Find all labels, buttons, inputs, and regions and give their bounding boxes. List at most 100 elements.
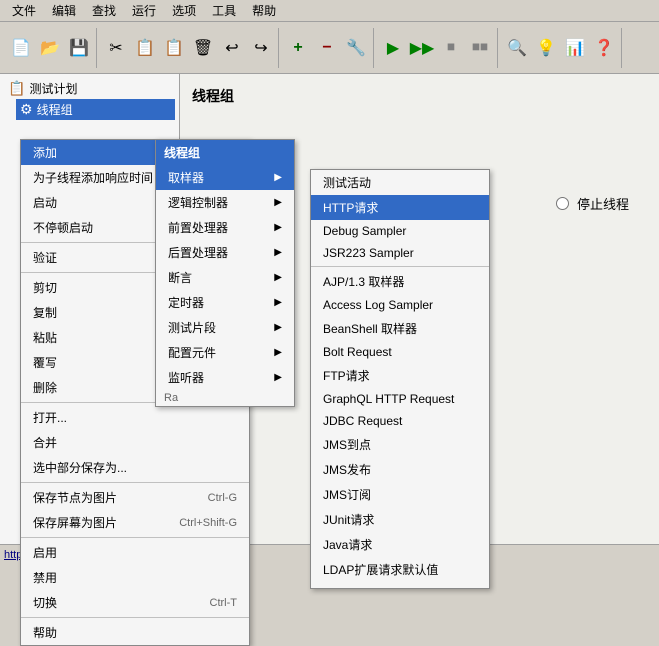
menu-item-jms-publish[interactable]: JMS发布 — [311, 457, 489, 482]
menu-item-pre-processor[interactable]: 前置处理器 ▶ — [156, 215, 294, 240]
menu-item-test-action[interactable]: 测试活动 — [311, 170, 489, 195]
stop-all-btn[interactable]: ⏹⏹ — [466, 34, 494, 62]
menu-l2-header: 线程组 — [156, 140, 294, 165]
menu-item-open[interactable]: 打开... — [21, 405, 249, 430]
menu-item-test-fragment[interactable]: 测试片段 ▶ — [156, 315, 294, 340]
sampler-label: 取样器 — [168, 169, 204, 186]
test-fragment-arrow: ▶ — [274, 322, 282, 333]
menu-item-http-request[interactable]: HTTP请求 — [311, 195, 489, 220]
menu-item-java-request[interactable]: Java请求 — [311, 532, 489, 557]
validate-label: 验证 — [33, 249, 57, 266]
menu-item-graphql-request[interactable]: GraphQL HTTP Request — [311, 388, 489, 410]
tree-item-test-plan[interactable]: 📋 测试计划 — [4, 78, 175, 99]
menu-item-jms-point[interactable]: JMS到点 — [311, 432, 489, 457]
delete-btn[interactable]: 🗑 — [189, 34, 217, 62]
menu-options[interactable]: 选项 — [164, 0, 204, 21]
menu-item-ajp-sampler[interactable]: AJP/1.3 取样器 — [311, 269, 489, 294]
menu-item-sampler[interactable]: 取样器 ▶ — [156, 165, 294, 190]
menu-item-save-selected[interactable]: 选中部分保存为... — [21, 455, 249, 480]
report-btn[interactable]: 📊 — [561, 34, 589, 62]
menu-item-jsr223-sampler[interactable]: JSR223 Sampler — [311, 242, 489, 264]
menu-item-config-element[interactable]: 配置元件 ▶ — [156, 340, 294, 365]
search-btn[interactable]: 🔍 — [503, 34, 531, 62]
cut-btn[interactable]: ✂ — [102, 34, 130, 62]
menu-item-access-log-sampler[interactable]: Access Log Sampler — [311, 294, 489, 316]
timer-label: 定时器 — [168, 294, 204, 311]
menu-item-beanshell-sampler[interactable]: BeanShell 取样器 — [311, 316, 489, 341]
jdbc-request-label: JDBC Request — [323, 414, 402, 428]
listener-label: 监听器 — [168, 369, 204, 386]
menu-item-disable[interactable]: 禁用 — [21, 565, 249, 590]
stop-btn[interactable]: ⏹ — [437, 34, 465, 62]
start-label: 启动 — [33, 194, 57, 211]
add-response-time-label: 为子线程添加响应时间 — [33, 169, 153, 186]
listener-arrow: ▶ — [274, 372, 282, 383]
menu-item-save-node-img[interactable]: 保存节点为图片 Ctrl-G — [21, 485, 249, 510]
post-processor-label: 后置处理器 — [168, 244, 228, 261]
help-btn[interactable]: 💡 — [532, 34, 560, 62]
copy-btn[interactable]: 📋 — [131, 34, 159, 62]
context-menu-sampler-submenu: 测试活动 HTTP请求 Debug Sampler JSR223 Sampler… — [310, 169, 490, 589]
pre-processor-arrow: ▶ — [274, 222, 282, 233]
add-btn[interactable]: + — [284, 34, 312, 62]
remove-btn[interactable]: − — [313, 34, 341, 62]
save-node-img-shortcut: Ctrl-G — [208, 492, 237, 504]
menu-item-save-screen-img[interactable]: 保存屏幕为图片 Ctrl+Shift-G — [21, 510, 249, 535]
start-no-pause-label: 不停顿启动 — [33, 219, 93, 236]
radio-thread-option1[interactable] — [556, 197, 569, 210]
menu-file[interactable]: 文件 — [4, 0, 44, 21]
menu-item-post-processor[interactable]: 后置处理器 ▶ — [156, 240, 294, 265]
menu-item-enable[interactable]: 启用 — [21, 540, 249, 565]
menu-item-junit-request[interactable]: JUnit请求 — [311, 507, 489, 532]
menu-item-jms-subscribe[interactable]: JMS订阅 — [311, 482, 489, 507]
menu-item-listener[interactable]: 监听器 ▶ — [156, 365, 294, 390]
tree-item-thread-group[interactable]: ⚙ 线程组 — [16, 99, 175, 120]
bolt-request-label: Bolt Request — [323, 345, 392, 359]
separator-5 — [21, 537, 249, 538]
panel-title: 线程组 — [188, 82, 651, 110]
settings-btn[interactable]: 🔧 — [342, 34, 370, 62]
toolbar-run-section: ▶ ▶▶ ⏹ ⏹⏹ — [376, 28, 498, 68]
menu-run[interactable]: 运行 — [124, 0, 164, 21]
menu-item-logic-controller[interactable]: 逻辑控制器 ▶ — [156, 190, 294, 215]
stop-thread-label: 停止线程 — [577, 194, 629, 213]
test-fragment-label: 测试片段 — [168, 319, 216, 336]
ftp-request-label: FTP请求 — [323, 367, 370, 384]
toolbar-misc-section: 🔍 💡 📊 ❓ — [500, 28, 622, 68]
http-request-label: HTTP请求 — [323, 199, 378, 216]
menu-item-add-label: 添加 — [33, 144, 57, 161]
save-btn[interactable]: 💾 — [65, 34, 93, 62]
question-btn[interactable]: ❓ — [590, 34, 618, 62]
menu-item-ldap-ext-default[interactable]: LDAP扩展请求默认值 — [311, 557, 489, 582]
run-all-btn[interactable]: ▶▶ — [408, 34, 436, 62]
menu-edit[interactable]: 编辑 — [44, 0, 84, 21]
toolbar-file-section: 📄 📂 💾 — [4, 28, 97, 68]
graphql-request-label: GraphQL HTTP Request — [323, 392, 454, 406]
menu-item-merge[interactable]: 合并 — [21, 430, 249, 455]
menu-tools[interactable]: 工具 — [204, 0, 244, 21]
copy-label: 复制 — [33, 304, 57, 321]
menu-item-ftp-request[interactable]: FTP请求 — [311, 363, 489, 388]
toolbar-add-section: + − 🔧 — [281, 28, 374, 68]
context-menu-add-submenu: 线程组 取样器 ▶ 逻辑控制器 ▶ 前置处理器 ▶ 后置处理器 ▶ 断言 ▶ 定… — [155, 139, 295, 407]
redo-btn[interactable]: ↪ — [247, 34, 275, 62]
logic-controller-arrow: ▶ — [274, 197, 282, 208]
menu-help[interactable]: 帮助 — [244, 0, 284, 21]
menu-item-bolt-request[interactable]: Bolt Request — [311, 341, 489, 363]
undo-btn[interactable]: ↩ — [218, 34, 246, 62]
paste-label: 粘贴 — [33, 329, 57, 346]
menu-item-toggle[interactable]: 切换 Ctrl-T — [21, 590, 249, 615]
menu-item-timer[interactable]: 定时器 ▶ — [156, 290, 294, 315]
menu-item-help[interactable]: 帮助 — [21, 620, 249, 645]
main-area: 📋 测试计划 ⚙ 线程组 线程组 停止线程 添加 ▶ 为子线程添加响应时间 启动 — [0, 74, 659, 564]
menu-item-jdbc-request[interactable]: JDBC Request — [311, 410, 489, 432]
menu-item-ldap-request[interactable]: LDAP请求 — [311, 582, 489, 589]
menu-search[interactable]: 查找 — [84, 0, 124, 21]
paste-btn[interactable]: 📋 — [160, 34, 188, 62]
open-btn[interactable]: 📂 — [36, 34, 64, 62]
menu-item-debug-sampler[interactable]: Debug Sampler — [311, 220, 489, 242]
new-btn[interactable]: 📄 — [7, 34, 35, 62]
menu-item-assertion[interactable]: 断言 ▶ — [156, 265, 294, 290]
run-btn[interactable]: ▶ — [379, 34, 407, 62]
junit-request-label: JUnit请求 — [323, 511, 374, 528]
